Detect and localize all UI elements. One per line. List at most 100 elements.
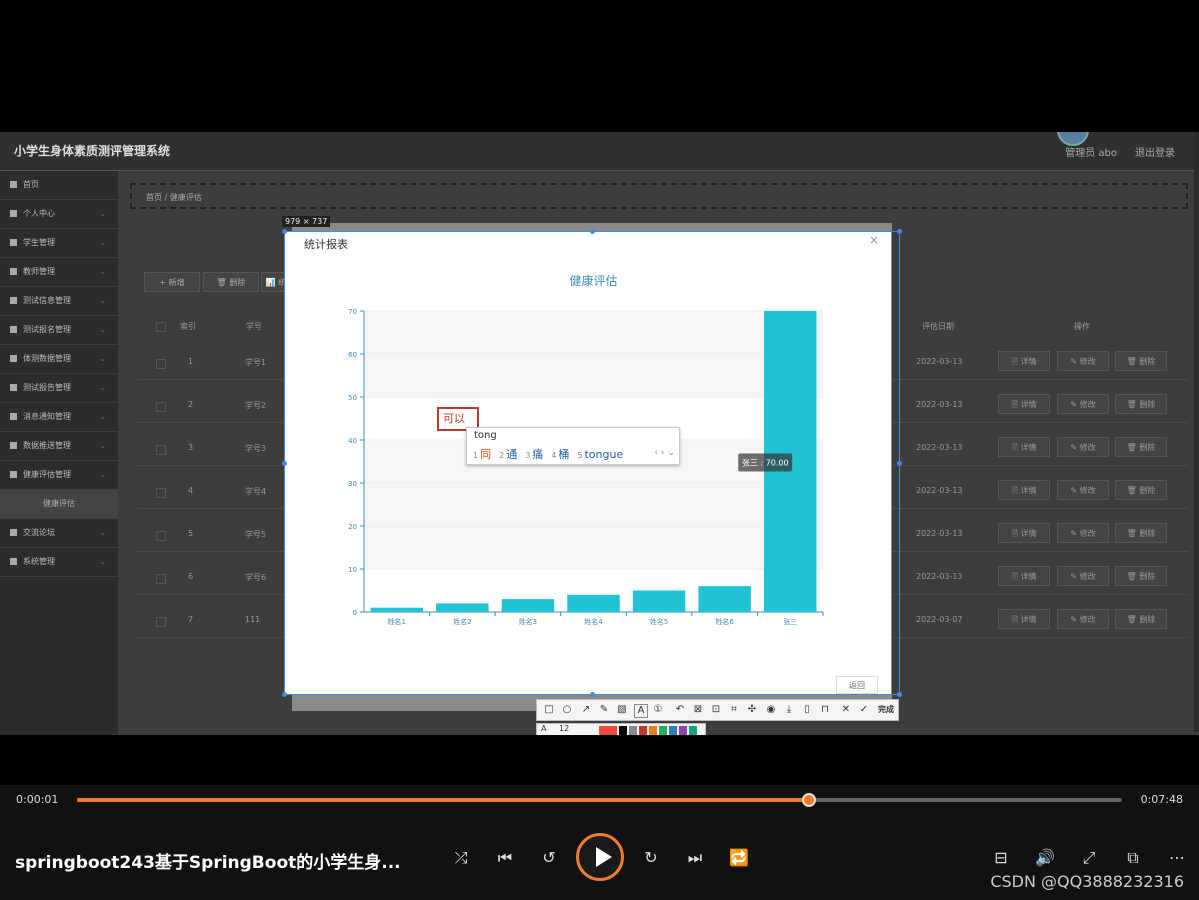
resize-handle[interactable]	[282, 692, 287, 697]
detail-button[interactable]: 🗎 详情	[998, 437, 1050, 457]
rectangle-tool-icon[interactable]: □	[543, 704, 555, 716]
sidebar-item[interactable]: 健康评估管理 ⌄	[0, 461, 118, 490]
delete-button[interactable]: 🗑 删除	[203, 272, 259, 292]
color-swatch[interactable]	[619, 726, 627, 735]
seek-knob[interactable]	[801, 793, 816, 807]
font-size-select[interactable]: 12	[559, 724, 569, 733]
subtitles-icon[interactable]: ⊟	[988, 845, 1014, 871]
sidebar-item[interactable]: 消息通知管理 ⌄	[0, 403, 118, 432]
sidebar-item[interactable]: 系统管理 ⌄	[0, 548, 118, 577]
row-delete-button[interactable]: 🗑 删除	[1115, 523, 1167, 543]
back-button[interactable]: 返回	[836, 676, 878, 694]
row-delete-button[interactable]: 🗑 删除	[1115, 480, 1167, 500]
detail-button[interactable]: 🗎 详情	[998, 394, 1050, 414]
edit-button[interactable]: ✎ 修改	[1057, 609, 1109, 629]
sidebar-item[interactable]: 交流论坛 ⌄	[0, 519, 118, 548]
color-swatch[interactable]	[639, 726, 647, 735]
edit-button[interactable]: ✎ 修改	[1057, 480, 1109, 500]
color-swatch[interactable]	[659, 726, 667, 735]
play-button[interactable]	[576, 833, 624, 881]
download-icon[interactable]: ⤓	[783, 704, 795, 716]
ime-candidate[interactable]: 5 tongue	[577, 448, 623, 461]
ime-candidate[interactable]: 1同	[473, 448, 491, 461]
scan-icon[interactable]: ⌗	[728, 704, 740, 716]
sidebar-item[interactable]: 体测数据管理 ⌄	[0, 345, 118, 374]
cancel-icon[interactable]: ✕	[840, 704, 852, 716]
row-delete-button[interactable]: 🗑 删除	[1115, 566, 1167, 586]
edit-button[interactable]: ✎ 修改	[1057, 523, 1109, 543]
sidebar-item[interactable]: 测试信息管理 ⌄	[0, 287, 118, 316]
resize-handle[interactable]	[282, 229, 287, 234]
next-icon[interactable]: ⏭	[682, 845, 708, 871]
seek-bar[interactable]	[77, 793, 1122, 807]
mini-player-icon[interactable]: ⧉	[1120, 845, 1146, 871]
ime-candidate[interactable]: 4桶	[551, 448, 569, 461]
sidebar-item[interactable]: 首页	[0, 171, 118, 200]
ocr-icon[interactable]: ⊡	[710, 704, 722, 716]
color-swatch[interactable]	[629, 726, 637, 735]
detail-button[interactable]: 🗎 详情	[998, 609, 1050, 629]
page-scrollbar[interactable]	[1194, 132, 1199, 732]
row-checkbox[interactable]	[156, 488, 166, 498]
text-tool-icon[interactable]: A	[634, 704, 648, 718]
row-delete-button[interactable]: 🗑 删除	[1115, 437, 1167, 457]
arrow-tool-icon[interactable]: ↗	[580, 704, 592, 716]
sidebar-item[interactable]: 个人中心 ⌄	[0, 200, 118, 229]
edit-button[interactable]: ✎ 修改	[1057, 351, 1109, 371]
resize-handle[interactable]	[282, 461, 287, 466]
shuffle-icon[interactable]: ⤮	[448, 845, 474, 871]
resize-handle[interactable]	[897, 229, 902, 234]
add-button[interactable]: + 新增	[144, 272, 200, 292]
sidebar-item[interactable]: 教师管理 ⌄	[0, 258, 118, 287]
sidebar-item[interactable]: 测试报告管理 ⌄	[0, 374, 118, 403]
color-swatch[interactable]	[679, 726, 687, 735]
undo-icon[interactable]: ↶	[674, 704, 686, 716]
sidebar-item[interactable]: 学生管理 ⌄	[0, 229, 118, 258]
bookmark-icon[interactable]: ⊓	[819, 704, 831, 716]
translate-icon[interactable]: ⊠	[692, 704, 704, 716]
resize-handle[interactable]	[590, 229, 595, 234]
pen-tool-icon[interactable]: ✎	[598, 704, 610, 716]
sidebar-item[interactable]: 健康评估	[0, 490, 118, 519]
phone-icon[interactable]: ▯	[801, 704, 813, 716]
detail-button[interactable]: 🗎 详情	[998, 351, 1050, 371]
done-button[interactable]: 完成	[878, 704, 894, 715]
number-tool-icon[interactable]: ①	[652, 704, 664, 716]
edit-button[interactable]: ✎ 修改	[1057, 394, 1109, 414]
record-icon[interactable]: ◉	[765, 704, 777, 716]
color-swatch[interactable]	[649, 726, 657, 735]
previous-icon[interactable]: ⏮	[492, 845, 518, 871]
row-delete-button[interactable]: 🗑 删除	[1115, 394, 1167, 414]
row-delete-button[interactable]: 🗑 删除	[1115, 609, 1167, 629]
row-checkbox[interactable]	[156, 531, 166, 541]
fullscreen-icon[interactable]: ⤢	[1076, 845, 1102, 871]
sidebar-item[interactable]: 数据推送管理 ⌄	[0, 432, 118, 461]
color-swatch[interactable]	[599, 726, 617, 735]
color-swatch[interactable]	[689, 726, 697, 735]
row-checkbox[interactable]	[156, 617, 166, 627]
volume-icon[interactable]: 🔊	[1032, 845, 1058, 871]
detail-button[interactable]: 🗎 详情	[998, 566, 1050, 586]
ime-candidate[interactable]: 2通	[499, 448, 517, 461]
resize-handle[interactable]	[590, 692, 595, 697]
row-checkbox[interactable]	[156, 574, 166, 584]
mosaic-tool-icon[interactable]: ▧	[616, 704, 628, 716]
color-swatch[interactable]	[669, 726, 677, 735]
row-checkbox[interactable]	[156, 445, 166, 455]
row-checkbox[interactable]	[156, 359, 166, 369]
forward-30-icon[interactable]: ↻	[638, 845, 664, 871]
ime-nav-icon[interactable]: ‹ › ⌄	[655, 448, 675, 458]
check-icon[interactable]: ✓	[858, 704, 870, 716]
rewind-10-icon[interactable]: ↺	[536, 845, 562, 871]
select-all-checkbox[interactable]	[156, 322, 166, 332]
logout-link[interactable]: 退出登录	[1135, 144, 1175, 159]
ellipse-tool-icon[interactable]: ○	[561, 704, 573, 716]
resize-handle[interactable]	[897, 461, 902, 466]
detail-button[interactable]: 🗎 详情	[998, 523, 1050, 543]
pin-icon[interactable]: ✣	[746, 704, 758, 716]
row-checkbox[interactable]	[156, 402, 166, 412]
repeat-icon[interactable]: 🔁	[726, 845, 752, 871]
more-icon[interactable]: ⋯	[1164, 845, 1190, 871]
edit-button[interactable]: ✎ 修改	[1057, 566, 1109, 586]
sidebar-item[interactable]: 测试报名管理 ⌄	[0, 316, 118, 345]
